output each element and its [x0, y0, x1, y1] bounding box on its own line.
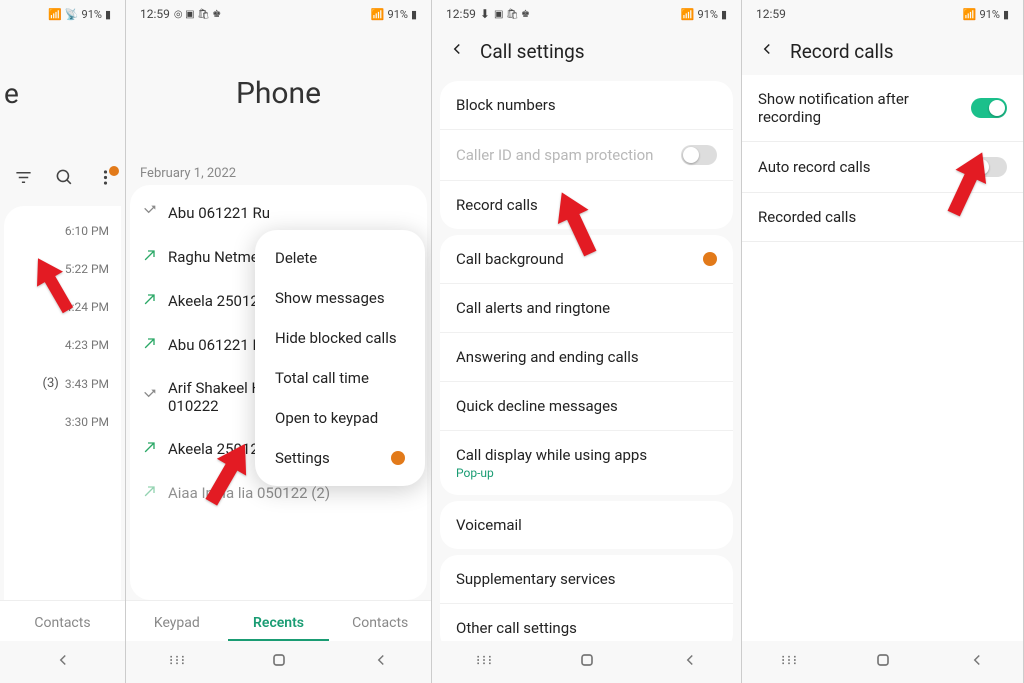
- filter-icon[interactable]: [14, 168, 33, 188]
- status-bar: 12:59 ◎ ▣ 🛍 ♚ 📶 91% ▮: [126, 0, 431, 28]
- toggle-on[interactable]: [971, 98, 1007, 118]
- app-header: Call settings: [432, 28, 741, 75]
- row-recorded-calls[interactable]: Recorded calls: [742, 193, 1023, 242]
- page-title: Call settings: [480, 40, 585, 63]
- status-bar: 12:59 📶 91% ▮: [742, 0, 1023, 28]
- android-nav: [0, 641, 125, 683]
- menu-settings[interactable]: Settings: [255, 438, 425, 478]
- setting-voicemail[interactable]: Voicemail: [440, 501, 733, 549]
- call-row[interactable]: 3:30 PM: [4, 403, 121, 441]
- notification-badge: [109, 166, 119, 176]
- menu-total-call-time[interactable]: Total call time: [255, 358, 425, 398]
- setting-quick-decline[interactable]: Quick decline messages: [440, 382, 733, 431]
- status-bar: 12:59 ⬇ ▣ 🛍 ♚ 📶 91% ▮: [432, 0, 741, 28]
- notification-badge: [703, 252, 717, 266]
- back-nav-icon[interactable]: [681, 651, 699, 673]
- tab-keypad[interactable]: Keypad: [126, 601, 228, 641]
- outgoing-call-icon: [142, 483, 160, 503]
- home-nav-icon[interactable]: [577, 650, 597, 674]
- setting-caller-id[interactable]: Caller ID and spam protection: [440, 130, 733, 181]
- setting-record-calls[interactable]: Record calls: [440, 181, 733, 229]
- menu-hide-blocked[interactable]: Hide blocked calls: [255, 318, 425, 358]
- battery-text: 91%: [82, 8, 102, 21]
- setting-other[interactable]: Other call settings: [440, 604, 733, 641]
- contact-name: Aiaa India lia 050122 (2): [168, 484, 415, 502]
- status-icons: ◎ ▣ 🛍 ♚: [174, 9, 221, 20]
- tab-contacts[interactable]: Contacts: [329, 601, 431, 641]
- back-nav-icon[interactable]: [968, 651, 986, 673]
- search-icon[interactable]: [55, 168, 74, 188]
- signal-icon: 📶: [371, 8, 385, 21]
- recents-nav-icon[interactable]: [474, 650, 494, 674]
- page-title: Record calls: [790, 40, 894, 63]
- call-row[interactable]: 4:24 PM: [4, 288, 121, 326]
- date-header: February 1, 2022: [126, 158, 431, 185]
- menu-open-keypad[interactable]: Open to keypad: [255, 398, 425, 438]
- battery-icon: ▮: [105, 8, 111, 21]
- contact-name: Abu 061221 Ru: [168, 204, 415, 222]
- tab-recents[interactable]: Recents: [228, 601, 330, 641]
- call-row[interactable]: 4:23 PM: [4, 326, 121, 364]
- setting-block-numbers[interactable]: Block numbers: [440, 81, 733, 130]
- missed-call-icon: [142, 203, 160, 223]
- status-bar: 📶 📡 91% ▮: [0, 0, 125, 28]
- overflow-menu: Delete Show messages Hide blocked calls …: [255, 230, 425, 486]
- status-icons: ▣ 🛍 ♚: [494, 9, 530, 20]
- android-nav: [126, 641, 431, 683]
- home-nav-icon[interactable]: [269, 650, 289, 674]
- toggle-off[interactable]: [681, 145, 717, 165]
- row-show-notification[interactable]: Show notification after recording: [742, 75, 1023, 142]
- recents-nav-icon[interactable]: [779, 650, 799, 674]
- wifi-icon: 📶: [48, 8, 62, 21]
- call-row[interactable]: 6:10 PM: [4, 212, 121, 250]
- setting-call-alerts[interactable]: Call alerts and ringtone: [440, 284, 733, 333]
- setting-call-display[interactable]: Call display while using apps Pop-up: [440, 431, 733, 495]
- toggle-off[interactable]: [971, 157, 1007, 177]
- battery-text: 91%: [388, 8, 408, 21]
- signal-icon: 📶: [963, 8, 977, 21]
- recents-nav-icon[interactable]: [167, 650, 187, 674]
- battery-text: 91%: [698, 8, 718, 21]
- back-icon[interactable]: [448, 40, 466, 63]
- page-title-fragment: e: [0, 28, 125, 158]
- outgoing-call-icon: [142, 247, 160, 267]
- setting-call-background[interactable]: Call background: [440, 235, 733, 284]
- back-nav-icon[interactable]: [372, 651, 390, 673]
- app-header: Record calls: [742, 28, 1023, 75]
- more-icon[interactable]: [96, 168, 115, 188]
- battery-icon: ▮: [721, 8, 727, 21]
- android-nav: [432, 641, 741, 683]
- clock-text: 12:59: [756, 7, 786, 21]
- back-nav-icon[interactable]: [54, 651, 72, 673]
- outgoing-call-icon: [142, 335, 160, 355]
- setting-subtitle: Pop-up: [456, 466, 647, 480]
- menu-delete[interactable]: Delete: [255, 238, 425, 278]
- outgoing-call-icon: [142, 291, 160, 311]
- clock-text: 12:59: [140, 7, 170, 21]
- call-row[interactable]: (3)3:43 PM: [4, 364, 121, 403]
- bottom-tabs: Keypad Recents Contacts: [126, 600, 431, 641]
- setting-answering[interactable]: Answering and ending calls: [440, 333, 733, 382]
- page-title: Phone: [126, 28, 431, 158]
- battery-icon: ▮: [411, 8, 417, 21]
- back-icon[interactable]: [758, 40, 776, 63]
- download-icon: ⬇: [480, 7, 490, 21]
- home-nav-icon[interactable]: [873, 650, 893, 674]
- missed-call-icon: [142, 387, 160, 407]
- battery-text: 91%: [980, 8, 1000, 21]
- call-row[interactable]: Abu 061221 Ru: [130, 191, 427, 235]
- row-auto-record[interactable]: Auto record calls: [742, 142, 1023, 193]
- bottom-tabs: Contacts: [0, 600, 125, 641]
- android-nav: [742, 641, 1023, 683]
- signal-icon: 📡: [65, 8, 79, 21]
- clock-text: 12:59: [446, 7, 476, 21]
- signal-icon: 📶: [681, 8, 695, 21]
- call-row[interactable]: 5:22 PM: [4, 250, 121, 288]
- menu-show-messages[interactable]: Show messages: [255, 278, 425, 318]
- tab-contacts[interactable]: Contacts: [0, 601, 125, 641]
- outgoing-call-icon: [142, 439, 160, 459]
- battery-icon: ▮: [1003, 8, 1009, 21]
- notification-badge: [391, 451, 405, 465]
- setting-supplementary[interactable]: Supplementary services: [440, 555, 733, 604]
